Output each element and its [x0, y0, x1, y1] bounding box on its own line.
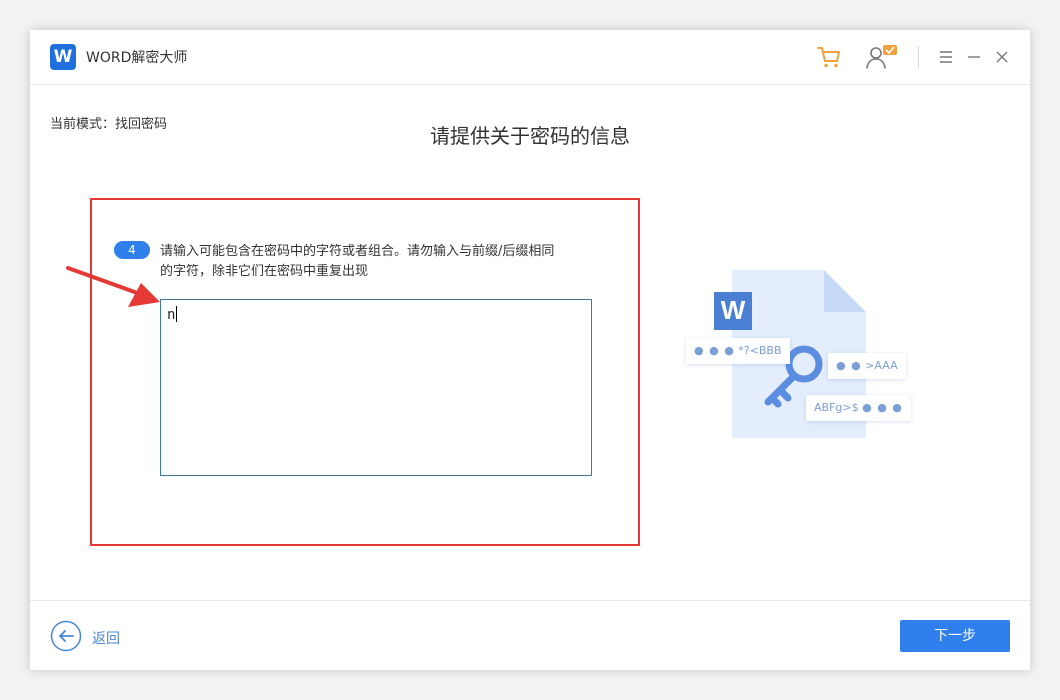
next-button[interactable]: 下一步 — [900, 620, 1010, 652]
close-icon[interactable] — [994, 49, 1010, 65]
back-arrow-icon[interactable] — [50, 620, 82, 652]
password-chars-input[interactable]: n — [160, 299, 592, 476]
footer-divider — [30, 600, 1030, 601]
sample-chip-2: ● ● >AAA — [828, 353, 906, 379]
user-icon[interactable] — [864, 43, 900, 71]
cart-icon[interactable] — [816, 44, 842, 70]
input-value: n — [167, 307, 176, 323]
menu-icon[interactable] — [938, 49, 954, 65]
page-title: 请提供关于密码的信息 — [430, 124, 630, 148]
text-caret — [176, 306, 178, 322]
back-button[interactable]: 返回 — [92, 628, 120, 648]
sample-chip-3: ABFg>$ ● ● ● — [806, 395, 911, 421]
step-badge: 4 — [114, 241, 150, 259]
titlebar-divider — [918, 46, 919, 68]
step-hint-line1: 请输入可能包含在密码中的字符或者组合。请勿输入与前缀/后缀相同 — [160, 244, 555, 259]
step-hint-line2: 的字符，除非它们在密码中重复出现 — [160, 264, 369, 279]
title-bar: W WORD解密大师 — [30, 30, 1030, 85]
svg-text:W: W — [721, 295, 746, 325]
app-logo: W — [50, 44, 76, 70]
app-title: WORD解密大师 — [86, 50, 188, 66]
step-hint: 请输入可能包含在密码中的字符或者组合。请勿输入与前缀/后缀相同 的字符，除非它们… — [160, 242, 600, 282]
minimize-icon[interactable] — [966, 49, 982, 65]
sample-chip-1: ● ● ● *?<BBB — [686, 338, 790, 364]
